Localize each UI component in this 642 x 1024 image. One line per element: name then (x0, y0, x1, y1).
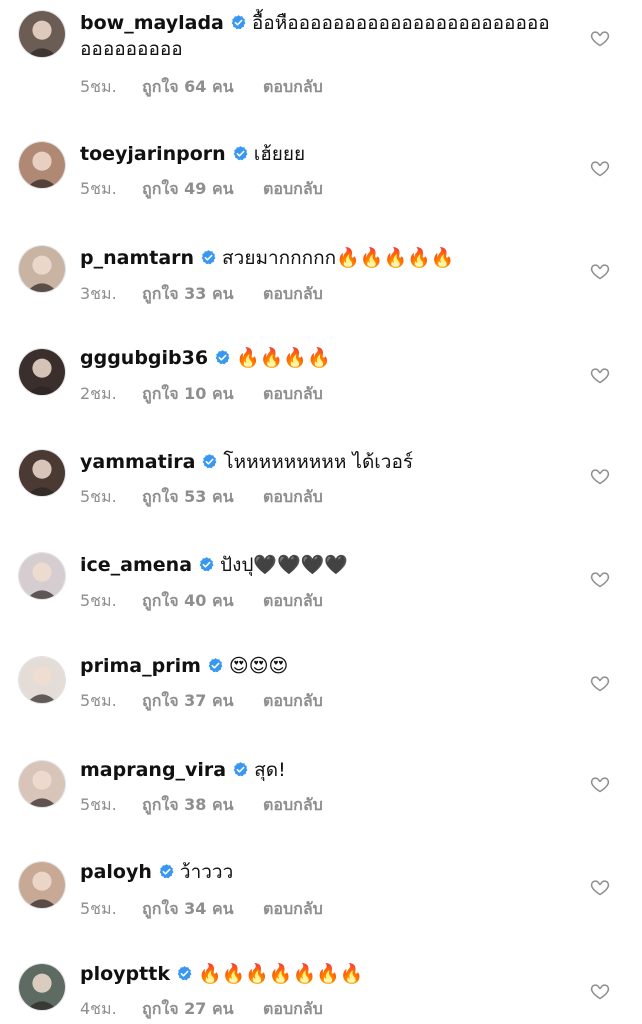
like-count[interactable]: ถูกใจ 49 คน (142, 179, 263, 199)
comment-text: 🔥🔥🔥🔥 (236, 347, 331, 369)
comment-time: 2ชม. (80, 384, 117, 403)
like-count[interactable]: ถูกใจ 33 คน (142, 284, 263, 304)
verified-badge-icon (230, 14, 247, 31)
heart-outline-icon[interactable] (590, 466, 610, 486)
heart-outline-icon[interactable] (590, 981, 610, 1001)
comment-text: ว้าววว (179, 861, 234, 883)
reply-button[interactable]: ตอบกลับ (263, 384, 323, 404)
avatar[interactable] (18, 963, 66, 1011)
comment-text: สวยมากกกกก🔥🔥🔥🔥🔥 (222, 247, 455, 269)
verified-badge-icon (176, 965, 193, 982)
reply-button[interactable]: ตอบกลับ (263, 899, 323, 919)
verified-badge-icon (158, 863, 175, 880)
comment-time: 5ชม. (80, 77, 117, 96)
comment-time: 5ชม. (80, 591, 117, 610)
username[interactable]: maprang_vira (80, 759, 226, 781)
avatar[interactable] (18, 10, 66, 58)
avatar[interactable] (18, 245, 66, 293)
heart-outline-icon[interactable] (590, 774, 610, 794)
comment-text: เฮ้ยยย (253, 143, 306, 165)
username[interactable]: gggubgib36 (80, 347, 208, 369)
like-count[interactable]: ถูกใจ 40 คน (142, 591, 263, 611)
heart-outline-icon[interactable] (590, 158, 610, 178)
avatar[interactable] (18, 552, 66, 600)
reply-button[interactable]: ตอบกลับ (263, 795, 323, 815)
like-count[interactable]: ถูกใจ 27 คน (142, 999, 263, 1019)
verified-badge-icon (232, 761, 249, 778)
comment-text: สุด! (254, 759, 286, 781)
like-count[interactable]: ถูกใจ 38 คน (142, 795, 263, 815)
username[interactable]: bow_maylada (80, 12, 224, 34)
comment-time: 5ชม. (80, 899, 117, 918)
avatar[interactable] (18, 760, 66, 808)
comment-time: 5ชม. (80, 691, 117, 710)
reply-button[interactable]: ตอบกลับ (263, 179, 323, 199)
comment-text: 🔥🔥🔥🔥🔥🔥🔥 (197, 963, 364, 985)
reply-button[interactable]: ตอบกลับ (263, 284, 323, 304)
reply-button[interactable]: ตอบกลับ (263, 77, 323, 97)
reply-button[interactable]: ตอบกลับ (263, 691, 323, 711)
comment-time: 5ชม. (80, 487, 117, 506)
heart-outline-icon[interactable] (590, 28, 610, 48)
username[interactable]: p_namtarn (80, 247, 194, 269)
verified-badge-icon (207, 657, 224, 674)
avatar[interactable] (18, 449, 66, 497)
verified-badge-icon (214, 349, 231, 366)
avatar[interactable] (18, 348, 66, 396)
like-count[interactable]: ถูกใจ 53 คน (142, 487, 263, 507)
comment-text: ปังปุ🖤🖤🖤🖤 (220, 554, 349, 576)
like-count[interactable]: ถูกใจ 64 คน (142, 77, 263, 97)
username[interactable]: ice_amena (80, 554, 192, 576)
comment-time: 5ชม. (80, 795, 117, 814)
reply-button[interactable]: ตอบกลับ (263, 591, 323, 611)
verified-badge-icon (200, 249, 217, 266)
comment-time: 5ชม. (80, 179, 117, 198)
comment-text: โหหหหหหหหห ได้เวอร์ (223, 451, 414, 473)
verified-badge-icon (201, 453, 218, 470)
username[interactable]: paloyh (80, 861, 152, 883)
heart-outline-icon[interactable] (590, 877, 610, 897)
reply-button[interactable]: ตอบกลับ (263, 999, 323, 1019)
comment-time: 3ชม. (80, 284, 117, 303)
avatar[interactable] (18, 656, 66, 704)
verified-badge-icon (198, 556, 215, 573)
comment-text: 😍😍😍 (228, 655, 289, 677)
like-count[interactable]: ถูกใจ 34 คน (142, 899, 263, 919)
username[interactable]: toeyjarinporn (80, 143, 226, 165)
avatar[interactable] (18, 141, 66, 189)
reply-button[interactable]: ตอบกลับ (263, 487, 323, 507)
heart-outline-icon[interactable] (590, 261, 610, 281)
username[interactable]: yammatira (80, 451, 195, 473)
verified-badge-icon (232, 145, 249, 162)
comment-time: 4ชม. (80, 999, 117, 1018)
heart-outline-icon[interactable] (590, 673, 610, 693)
heart-outline-icon[interactable] (590, 365, 610, 385)
avatar[interactable] (18, 861, 66, 909)
like-count[interactable]: ถูกใจ 10 คน (142, 384, 263, 404)
username[interactable]: prima_prim (80, 655, 201, 677)
heart-outline-icon[interactable] (590, 569, 610, 589)
username[interactable]: ploypttk (80, 963, 170, 985)
like-count[interactable]: ถูกใจ 37 คน (142, 691, 263, 711)
